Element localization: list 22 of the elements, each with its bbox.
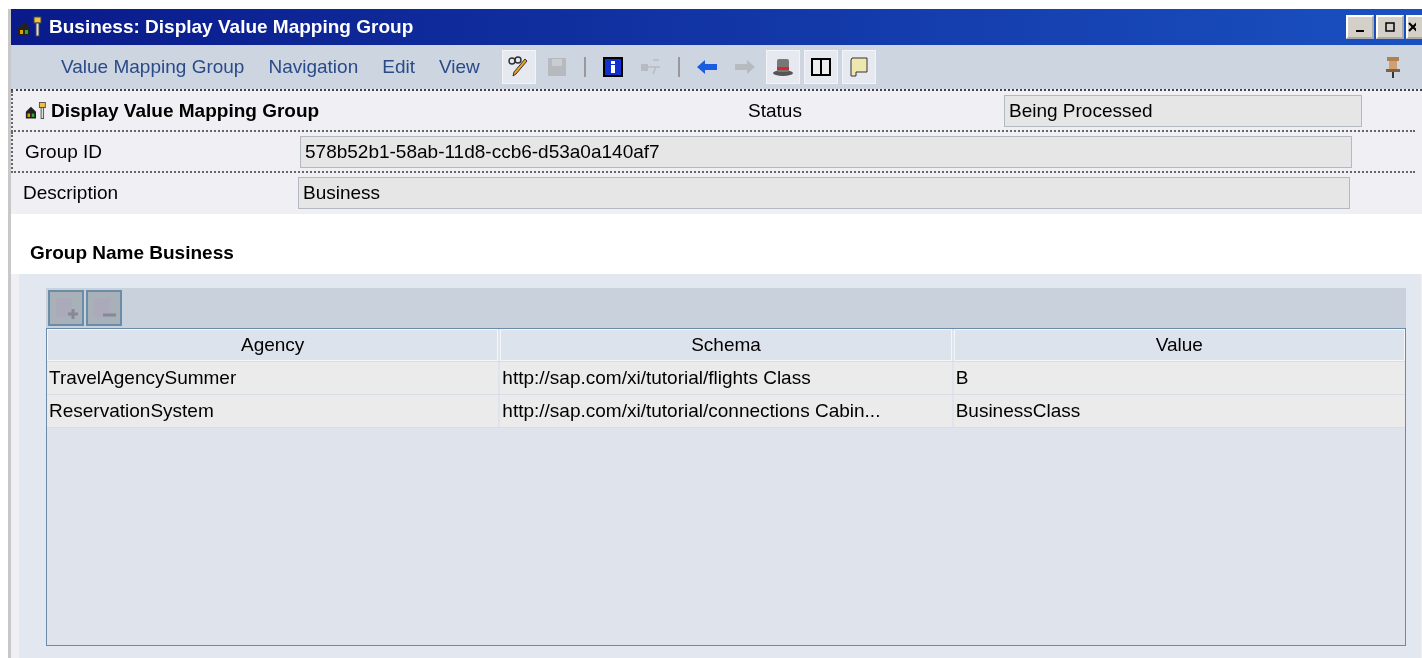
input-field: 578b52b1-58ab-11d8-ccb6-d53a0a140af7 xyxy=(300,135,1352,168)
table-cell: http://sap.com/xi/tutorial/flights Class xyxy=(500,362,952,394)
field-label: Group ID xyxy=(24,140,104,163)
window-title: Business: Display Value Mapping Group xyxy=(49,16,414,38)
table-cell: TravelAgencySummer xyxy=(47,362,499,394)
table-cell: B xyxy=(953,362,1405,394)
table-cell: BusinessClass xyxy=(953,395,1405,427)
status-field: Being Processed xyxy=(1004,94,1362,127)
menu-item[interactable]: Navigation xyxy=(268,56,359,78)
input-field: Business xyxy=(298,176,1350,209)
column-header[interactable]: Schema xyxy=(500,329,952,361)
menu-item[interactable]: Value Mapping Group xyxy=(61,56,245,78)
column-header[interactable]: Agency xyxy=(47,329,499,361)
menu-item[interactable]: View xyxy=(438,56,480,78)
menu-item[interactable]: Edit xyxy=(382,56,415,78)
group-title: Group Name Business xyxy=(11,214,1422,274)
field-label: Status xyxy=(747,99,803,122)
table-cell: http://sap.com/xi/tutorial/connections Cabin... xyxy=(500,395,952,427)
table-cell: ReservationSystem xyxy=(47,395,499,427)
field-label: Description xyxy=(22,181,120,204)
column-header[interactable]: Value xyxy=(953,329,1405,361)
section-title: Display Value Mapping Group xyxy=(51,99,320,122)
